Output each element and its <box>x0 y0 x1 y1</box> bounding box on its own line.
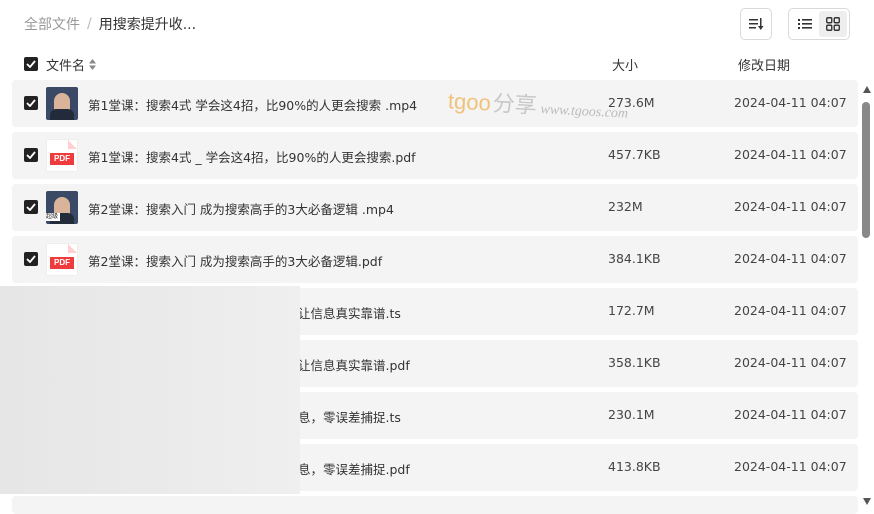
row-checkbox[interactable] <box>24 252 38 266</box>
file-date: 2024-04-11 04:07 <box>734 303 847 318</box>
pdf-label: PDF <box>50 153 74 165</box>
sort-button[interactable] <box>740 8 772 40</box>
checkmark-icon <box>26 151 36 159</box>
file-size: 384.1KB <box>608 251 661 266</box>
view-toggle <box>788 8 850 40</box>
pdf-label: PDF <box>50 257 74 269</box>
file-date: 2024-04-11 04:07 <box>734 95 847 110</box>
column-date-header[interactable]: 修改日期 <box>738 55 790 74</box>
checkmark-icon <box>26 255 36 263</box>
file-size: 232M <box>608 199 643 214</box>
sort-icon <box>749 18 764 30</box>
column-name-header[interactable]: 文件名 <box>46 55 97 74</box>
file-name[interactable]: 第1堂课：搜索4式 学会这4招，比90%的人更会搜索 .mp4 <box>88 95 417 114</box>
file-name[interactable]: 第1堂课：搜索4式 _ 学会这4招，比90%的人更会搜索.pdf <box>88 147 416 166</box>
list-view-icon <box>798 19 812 29</box>
file-name[interactable]: 息，零误差捕捉.pdf <box>298 459 410 478</box>
file-name[interactable]: 息，零误差捕捉.ts <box>298 407 401 426</box>
file-size: 273.6M <box>608 95 655 110</box>
file-size: 358.1KB <box>608 355 661 370</box>
grid-view-icon <box>826 17 840 31</box>
checkmark-icon <box>26 60 36 68</box>
video-thumbnail: 超级 <box>46 191 78 224</box>
list-header: 文件名 大小 修改日期 <box>0 52 874 76</box>
thumbnail-caption: 超级 <box>46 213 60 221</box>
vertical-scrollbar[interactable] <box>860 84 874 514</box>
file-row[interactable]: PDF 第2堂课：搜索入门 成为搜索高手的3大必备逻辑.pdf 384.1KB … <box>12 236 858 283</box>
list-view-button[interactable] <box>791 11 819 37</box>
breadcrumb-current-folder: 用搜索提升收... <box>98 17 197 33</box>
file-date: 2024-04-11 04:07 <box>734 147 847 162</box>
file-size: 457.7KB <box>608 147 661 162</box>
file-name[interactable]: 第2堂课：搜索入门 成为搜索高手的3大必备逻辑 .mp4 <box>88 199 394 218</box>
redacted-overlay <box>0 286 300 494</box>
video-thumbnail <box>46 87 78 120</box>
file-size: 413.8KB <box>608 459 661 474</box>
file-row[interactable]: 第1堂课：搜索4式 学会这4招，比90%的人更会搜索 .mp4 273.6M 2… <box>12 80 858 127</box>
file-name[interactable]: 第2堂课：搜索入门 成为搜索高手的3大必备逻辑.pdf <box>88 251 382 270</box>
row-checkbox[interactable] <box>24 200 38 214</box>
file-date: 2024-04-11 04:07 <box>734 251 847 266</box>
row-checkbox[interactable] <box>24 96 38 110</box>
file-row[interactable]: 超级 第2堂课：搜索入门 成为搜索高手的3大必备逻辑 .mp4 232M 202… <box>12 184 858 231</box>
file-row[interactable]: PDF 第1堂课：搜索4式 _ 学会这4招，比90%的人更会搜索.pdf 457… <box>12 132 858 179</box>
checkmark-icon <box>26 203 36 211</box>
scroll-up-arrow-icon[interactable] <box>863 86 871 93</box>
breadcrumb: 全部文件 / 用搜索提升收... <box>24 14 196 34</box>
column-name-label: 文件名 <box>46 59 86 74</box>
row-checkbox[interactable] <box>24 148 38 162</box>
column-size-header[interactable]: 大小 <box>612 55 638 74</box>
scrollbar-thumb[interactable] <box>862 102 870 238</box>
file-name[interactable]: 让信息真实靠谱.ts <box>298 303 401 322</box>
file-date: 2024-04-11 04:07 <box>734 199 847 214</box>
file-date: 2024-04-11 04:07 <box>734 459 847 474</box>
file-date: 2024-04-11 04:07 <box>734 355 847 370</box>
file-date: 2024-04-11 04:07 <box>734 407 847 422</box>
file-size: 172.7M <box>608 303 655 318</box>
scroll-down-arrow-icon[interactable] <box>863 498 871 505</box>
sort-arrows-icon <box>89 59 97 70</box>
file-size: 230.1M <box>608 407 655 422</box>
breadcrumb-root-link[interactable]: 全部文件 <box>24 14 80 34</box>
pdf-file-icon: PDF <box>46 243 78 276</box>
file-name[interactable]: 让信息真实靠谱.pdf <box>298 355 410 374</box>
file-row-partial[interactable] <box>12 496 858 514</box>
checkmark-icon <box>26 99 36 107</box>
select-all-checkbox[interactable] <box>24 57 38 71</box>
grid-view-button[interactable] <box>819 11 847 37</box>
breadcrumb-separator: / <box>87 16 92 32</box>
pdf-file-icon: PDF <box>46 139 78 172</box>
